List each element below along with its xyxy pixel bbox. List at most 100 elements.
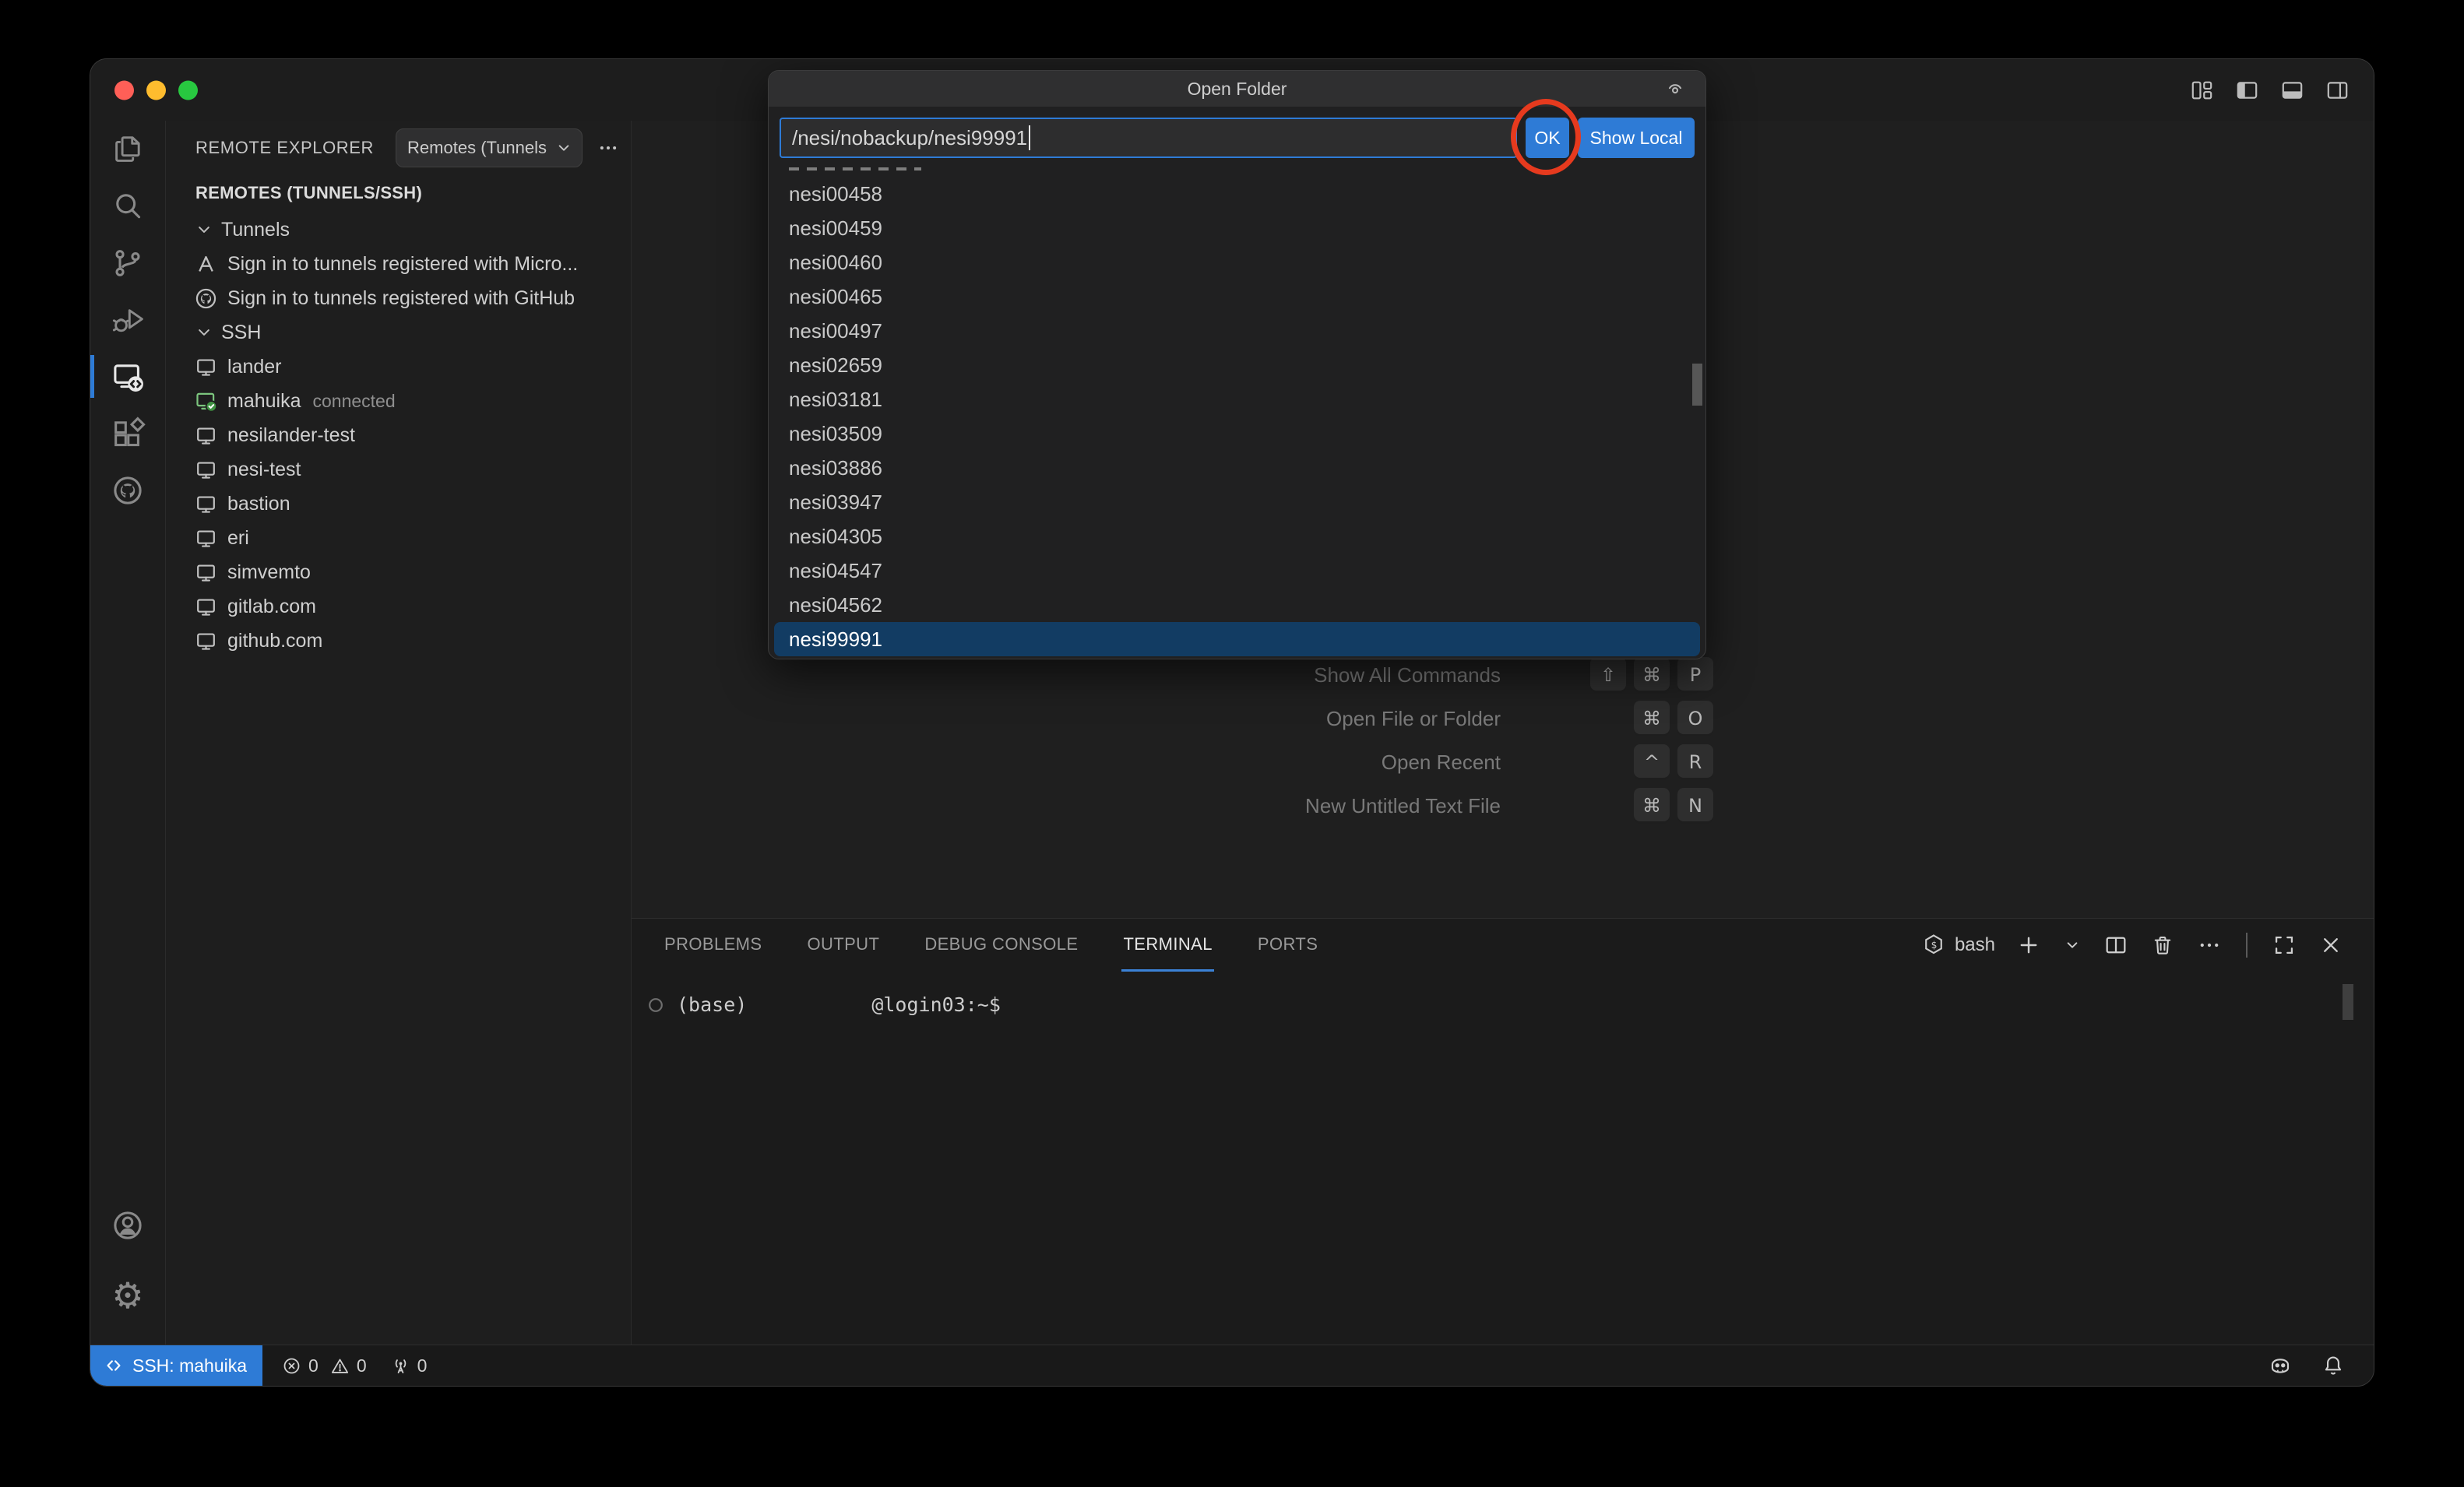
folder-list-item[interactable]: nesi04547: [769, 554, 1705, 588]
watermark-keys: ⌘ N: [1590, 788, 1713, 824]
search-icon[interactable]: [90, 178, 165, 234]
panel-tab[interactable]: DEBUG CONSOLE: [923, 919, 1079, 972]
folder-list-item[interactable]: nesi04305: [769, 519, 1705, 554]
keycap: R: [1677, 744, 1713, 780]
remote-tree-item[interactable]: mahuika connected: [166, 384, 631, 418]
folder-list-item[interactable]: nesi03886: [769, 451, 1705, 485]
layout-controls: [2189, 77, 2350, 103]
open-folder-dialog: Open Folder /nesi/nobackup/nesi99991 OK …: [768, 70, 1706, 659]
split-terminal-icon[interactable]: [2103, 932, 2129, 958]
keycap: O: [1677, 701, 1713, 736]
minimize-window-button[interactable]: [146, 80, 166, 100]
folder-list-item[interactable]: nesi03947: [769, 485, 1705, 519]
maximize-panel-icon[interactable]: [2271, 932, 2297, 958]
tree-item-icon: [193, 286, 219, 311]
show-local-button[interactable]: Show Local: [1578, 118, 1695, 158]
watermark-row: Open Recent ^ R: [1305, 740, 1713, 784]
remote-tree-item[interactable]: Sign in to tunnels registered with Micro…: [166, 247, 631, 281]
remote-tree-item[interactable]: bastion: [166, 487, 631, 521]
terminal-shell-label: bash: [1955, 934, 1995, 956]
remote-tree-item[interactable]: nesi-test: [166, 452, 631, 487]
vscode-window: ⚙ REMOTE EXPLORER Remotes (Tunnels REMOT…: [90, 58, 2374, 1387]
keycap: ⌘: [1634, 788, 1670, 824]
settings-gear-icon[interactable]: ⚙: [90, 1260, 165, 1331]
tree-item-icon: [193, 388, 219, 414]
tree-item-label: nesi-test: [227, 459, 301, 481]
tree-item-icon: [193, 526, 219, 551]
toggle-panel-icon[interactable]: [2279, 77, 2305, 103]
folder-path-input[interactable]: /nesi/nobackup/nesi99991: [780, 118, 1517, 158]
remote-tree-item[interactable]: Sign in to tunnels registered with GitHu…: [166, 281, 631, 315]
panel-tab[interactable]: PROBLEMS: [663, 919, 763, 972]
panel-tab[interactable]: TERMINAL: [1121, 919, 1213, 972]
activity-bar-bottom: ⚙: [90, 1190, 165, 1345]
source-control-icon[interactable]: [90, 234, 165, 291]
watermark-row: Open File or Folder ⌘ O: [1305, 697, 1713, 740]
remote-explorer-icon[interactable]: [90, 348, 165, 405]
close-window-button[interactable]: [114, 80, 134, 100]
remote-tree-item[interactable]: nesilander-test: [166, 418, 631, 452]
terminal-prompt: @login03:~$: [871, 993, 1001, 1016]
kill-terminal-trash-icon[interactable]: [2149, 932, 2176, 958]
remote-tree-item[interactable]: simvemto: [166, 555, 631, 589]
panel-tab[interactable]: PORTS: [1256, 919, 1319, 972]
folder-list-item[interactable]: nesi00465: [769, 279, 1705, 314]
panel-tab[interactable]: OUTPUT: [805, 919, 881, 972]
terminal-shell-chip[interactable]: $ bash: [1920, 932, 1995, 958]
terminal-prompt-line[interactable]: (base) @login03:~$: [647, 993, 1001, 1016]
folder-list-item[interactable]: nesi02659: [769, 348, 1705, 382]
ports-status[interactable]: 0: [390, 1345, 432, 1386]
bash-icon: $: [1920, 932, 1947, 958]
zoom-window-button[interactable]: [178, 80, 198, 100]
tree-item-status: connected: [313, 391, 396, 412]
tree-item-label: lander: [227, 356, 282, 378]
watermark-keys: ^ R: [1590, 744, 1713, 780]
watermark-keys: ⌘ O: [1590, 701, 1713, 736]
toggle-secondary-sidebar-icon[interactable]: [2325, 77, 2350, 103]
remote-tree-item[interactable]: gitlab.com: [166, 589, 631, 624]
folder-list-item[interactable]: nesi00459: [769, 211, 1705, 245]
customize-layout-icon[interactable]: [2189, 77, 2215, 103]
folder-list-item[interactable]: nesi03509: [769, 417, 1705, 451]
remote-tree-item[interactable]: github.com: [166, 624, 631, 658]
sidebar-more-actions-icon[interactable]: [597, 136, 620, 160]
terminal-more-actions-icon[interactable]: [2196, 932, 2223, 958]
status-bar: SSH: mahuika 0 0 0: [90, 1345, 2374, 1386]
remote-tree-item[interactable]: SSH: [166, 315, 631, 350]
copilot-icon[interactable]: [2268, 1353, 2293, 1378]
folder-list-item[interactable]: nesi00497: [769, 314, 1705, 348]
folder-list-item-selected[interactable]: nesi99991: [774, 622, 1700, 656]
notifications-bell-icon[interactable]: [2321, 1353, 2346, 1378]
new-terminal-icon[interactable]: [2015, 932, 2042, 958]
folder-list-item[interactable]: nesi03181: [769, 382, 1705, 417]
remote-tree-item[interactable]: eri: [166, 521, 631, 555]
folder-list-item[interactable]: nesi00460: [769, 245, 1705, 279]
ok-button[interactable]: OK: [1526, 118, 1569, 158]
problems-status[interactable]: 0 0: [281, 1345, 371, 1386]
toggle-primary-sidebar-icon[interactable]: [2234, 77, 2260, 103]
github-icon[interactable]: [90, 462, 165, 519]
list-scrollbar-thumb[interactable]: [1692, 364, 1702, 406]
remote-icon: [103, 1355, 125, 1376]
tree-item-icon: [193, 251, 219, 277]
extensions-icon[interactable]: [90, 405, 165, 462]
folder-list-item[interactable]: nesi00458: [769, 177, 1705, 211]
explorer-icon[interactable]: [90, 121, 165, 178]
remote-scope-dropdown[interactable]: Remotes (Tunnels: [396, 128, 583, 167]
ports-count: 0: [417, 1355, 428, 1376]
tree-item-icon: [193, 219, 215, 241]
folder-list-item[interactable]: nesi04562: [769, 588, 1705, 622]
tree-item-icon: [193, 491, 219, 517]
remote-indicator[interactable]: SSH: mahuika: [90, 1345, 262, 1386]
terminal-scrollbar-thumb[interactable]: [2343, 984, 2353, 1020]
run-debug-icon[interactable]: [90, 291, 165, 348]
close-panel-icon[interactable]: [2318, 932, 2344, 958]
accounts-icon[interactable]: [90, 1190, 165, 1260]
tree-item-icon: [193, 354, 219, 380]
tree-item-label: bastion: [227, 493, 290, 515]
remote-tree-item[interactable]: lander: [166, 350, 631, 384]
remote-tree-item[interactable]: Tunnels: [166, 213, 631, 247]
terminal-dropdown-chevron-icon[interactable]: [2062, 935, 2082, 955]
dialog-inspect-icon[interactable]: [1663, 77, 1687, 100]
keycap: ^: [1634, 744, 1670, 780]
